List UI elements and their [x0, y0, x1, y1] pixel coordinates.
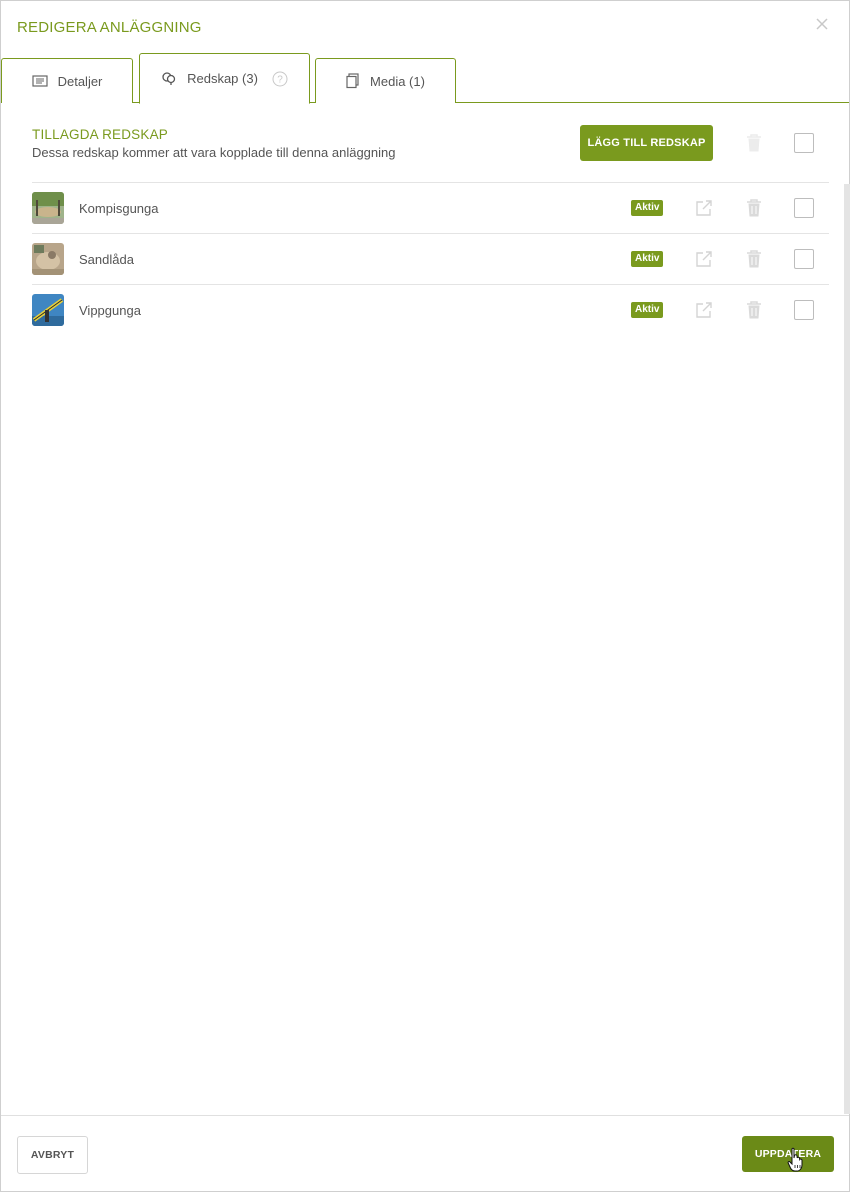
status-badge: Aktiv [631, 251, 664, 267]
tab-equipment[interactable]: Redskap (3) ? [139, 53, 310, 104]
scrollbar[interactable] [844, 184, 850, 1114]
equipment-name: Vippgunga [79, 303, 141, 318]
section-subtitle: Dessa redskap kommer att vara kopplade t… [32, 145, 396, 160]
select-all-checkbox[interactable] [794, 133, 814, 153]
status-badge: Aktiv [631, 200, 664, 216]
delete-icon[interactable] [745, 300, 763, 320]
equipment-thumbnail [32, 243, 64, 275]
equipment-name: Kompisgunga [79, 201, 159, 216]
equipment-icon [161, 71, 177, 87]
equipment-list: Kompisgunga Aktiv Sandlåda Aktiv Vippgun… [32, 182, 829, 336]
status-badge: Aktiv [631, 302, 664, 318]
bulk-delete-icon[interactable] [745, 133, 763, 153]
tab-equipment-label: Redskap (3) [187, 71, 258, 86]
delete-icon[interactable] [745, 249, 763, 269]
tab-media[interactable]: Media (1) [315, 58, 456, 103]
modal-title: REDIGERA ANLÄGGNING [17, 19, 202, 36]
help-icon[interactable]: ? [272, 71, 288, 87]
cancel-button[interactable]: AVBRYT [17, 1136, 88, 1174]
tab-details[interactable]: Detaljer [1, 58, 133, 103]
add-equipment-button[interactable]: LÄGG TILL REDSKAP [580, 125, 713, 161]
external-link-icon[interactable] [695, 301, 713, 319]
section-title: TILLAGDA REDSKAP [32, 127, 168, 142]
table-row: Vippgunga Aktiv [32, 285, 829, 336]
external-link-icon[interactable] [695, 199, 713, 217]
table-row: Kompisgunga Aktiv [32, 183, 829, 234]
copy-icon [346, 73, 360, 89]
tab-bar: Detaljer Redskap (3) ? Media (1) [1, 53, 849, 104]
modal-footer: AVBRYT UPPDATERA [1, 1115, 849, 1192]
external-link-icon[interactable] [695, 250, 713, 268]
tab-details-label: Detaljer [57, 73, 103, 89]
equipment-thumbnail [32, 294, 64, 326]
delete-icon[interactable] [745, 198, 763, 218]
edit-facility-modal: REDIGERA ANLÄGGNING Detaljer Redskap (3)… [0, 0, 850, 1192]
equipment-name: Sandlåda [79, 252, 134, 267]
hand-cursor-icon [787, 1147, 805, 1173]
equipment-thumbnail [32, 192, 64, 224]
row-checkbox[interactable] [794, 300, 814, 320]
row-checkbox[interactable] [794, 249, 814, 269]
close-icon[interactable] [813, 15, 831, 33]
list-icon [31, 75, 48, 87]
row-checkbox[interactable] [794, 198, 814, 218]
tab-media-label: Media (1) [370, 73, 425, 89]
table-row: Sandlåda Aktiv [32, 234, 829, 285]
svg-text:?: ? [277, 74, 283, 85]
